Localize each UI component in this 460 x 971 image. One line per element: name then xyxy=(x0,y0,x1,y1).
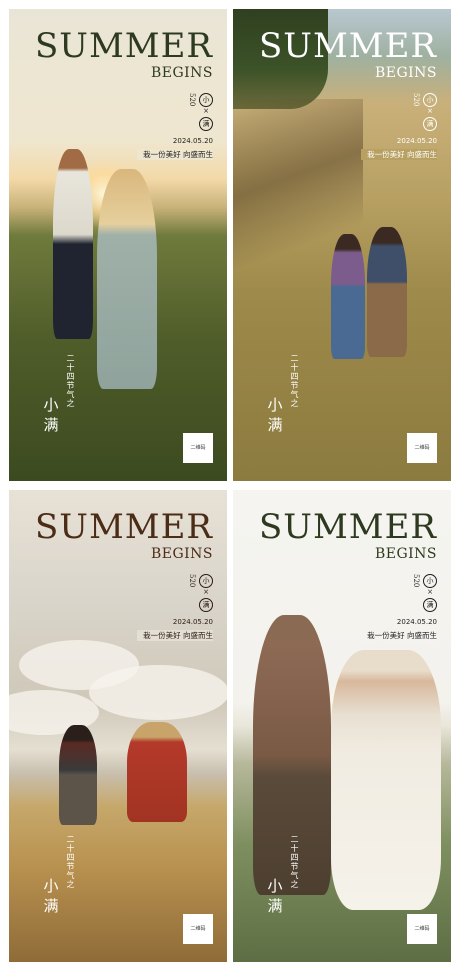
qr-code: 二维码 xyxy=(183,914,213,944)
badge-top: 小 xyxy=(199,574,213,588)
woman-figure xyxy=(331,650,441,910)
poster-slogan: 栽一份美好 向盛而生 xyxy=(137,149,213,160)
badge-top: 小 xyxy=(199,93,213,107)
poster-4: SUMMER BEGINS 520 小 × 满 2024.05.20 栽一份美好… xyxy=(233,490,451,962)
qr-code: 二维码 xyxy=(407,433,437,463)
solar-term-char-2: 满 xyxy=(267,897,283,915)
poster-subtitle: BEGINS xyxy=(150,546,213,562)
poster-title: SUMMER xyxy=(259,507,437,547)
badge-bottom: 满 xyxy=(199,117,213,131)
poster-subtitle: BEGINS xyxy=(374,546,437,562)
badge-bottom: 满 xyxy=(423,117,437,131)
solar-term-char-1: 小 xyxy=(43,877,59,895)
solar-term-name: 小满 xyxy=(41,395,61,435)
poster-date: 2024.05.20 xyxy=(396,137,437,145)
poster-slogan: 栽一份美好 向盛而生 xyxy=(361,149,437,160)
date-badge: 520 小 × 满 xyxy=(411,93,437,131)
solar-term-tag: 二十四节气之 xyxy=(290,835,299,889)
badge-top: 小 xyxy=(423,93,437,107)
poster-3: SUMMER BEGINS 520 小 × 满 2024.05.20 栽一份美好… xyxy=(9,490,227,962)
badge-numbers: 520 xyxy=(412,93,420,107)
woman-figure xyxy=(331,234,365,359)
badge-top: 小 xyxy=(423,574,437,588)
poster-title: SUMMER xyxy=(259,26,437,66)
man-figure xyxy=(53,149,93,339)
qr-code: 二维码 xyxy=(183,433,213,463)
solar-term-char-2: 满 xyxy=(43,897,59,915)
badge-bottom: 满 xyxy=(423,598,437,612)
poster-subtitle: BEGINS xyxy=(150,65,213,81)
solar-term-char-1: 小 xyxy=(43,396,59,414)
woman-figure xyxy=(127,722,187,822)
man-figure xyxy=(59,725,97,825)
badge-x: × xyxy=(203,588,209,596)
poster-title: SUMMER xyxy=(35,507,213,547)
badge-x: × xyxy=(427,588,433,596)
poster-subtitle: BEGINS xyxy=(374,65,437,81)
solar-term-char-1: 小 xyxy=(267,877,283,895)
badge-bottom: 满 xyxy=(199,598,213,612)
poster-slogan: 栽一份美好 向盛而生 xyxy=(361,630,437,641)
solar-term-char-1: 小 xyxy=(267,396,283,414)
solar-term-name: 小满 xyxy=(265,876,285,916)
poster-date: 2024.05.20 xyxy=(396,618,437,626)
poster-date: 2024.05.20 xyxy=(172,137,213,145)
woman-figure xyxy=(97,169,157,389)
solar-term-name: 小满 xyxy=(41,876,61,916)
cloud xyxy=(89,665,227,720)
badge-numbers: 520 xyxy=(188,574,196,588)
poster-2: SUMMER BEGINS 520 小 × 满 2024.05.20 栽一份美好… xyxy=(233,9,451,481)
solar-term-tag: 二十四节气之 xyxy=(66,835,75,889)
poster-slogan: 栽一份美好 向盛而生 xyxy=(137,630,213,641)
poster-1: SUMMER BEGINS 520 小 × 满 2024.05.20 栽一份美好… xyxy=(9,9,227,481)
man-figure xyxy=(367,227,407,357)
date-badge: 520 小 × 满 xyxy=(411,574,437,612)
qr-code: 二维码 xyxy=(407,914,437,944)
badge-x: × xyxy=(203,107,209,115)
solar-term-tag: 二十四节气之 xyxy=(66,354,75,408)
badge-numbers: 520 xyxy=(412,574,420,588)
date-badge: 520 小 × 满 xyxy=(187,93,213,131)
solar-term-char-2: 满 xyxy=(267,416,283,434)
solar-term-tag: 二十四节气之 xyxy=(290,354,299,408)
poster-date: 2024.05.20 xyxy=(172,618,213,626)
badge-x: × xyxy=(427,107,433,115)
date-badge: 520 小 × 满 xyxy=(187,574,213,612)
solar-term-char-2: 满 xyxy=(43,416,59,434)
badge-numbers: 520 xyxy=(188,93,196,107)
poster-title: SUMMER xyxy=(35,26,213,66)
solar-term-name: 小满 xyxy=(265,395,285,435)
